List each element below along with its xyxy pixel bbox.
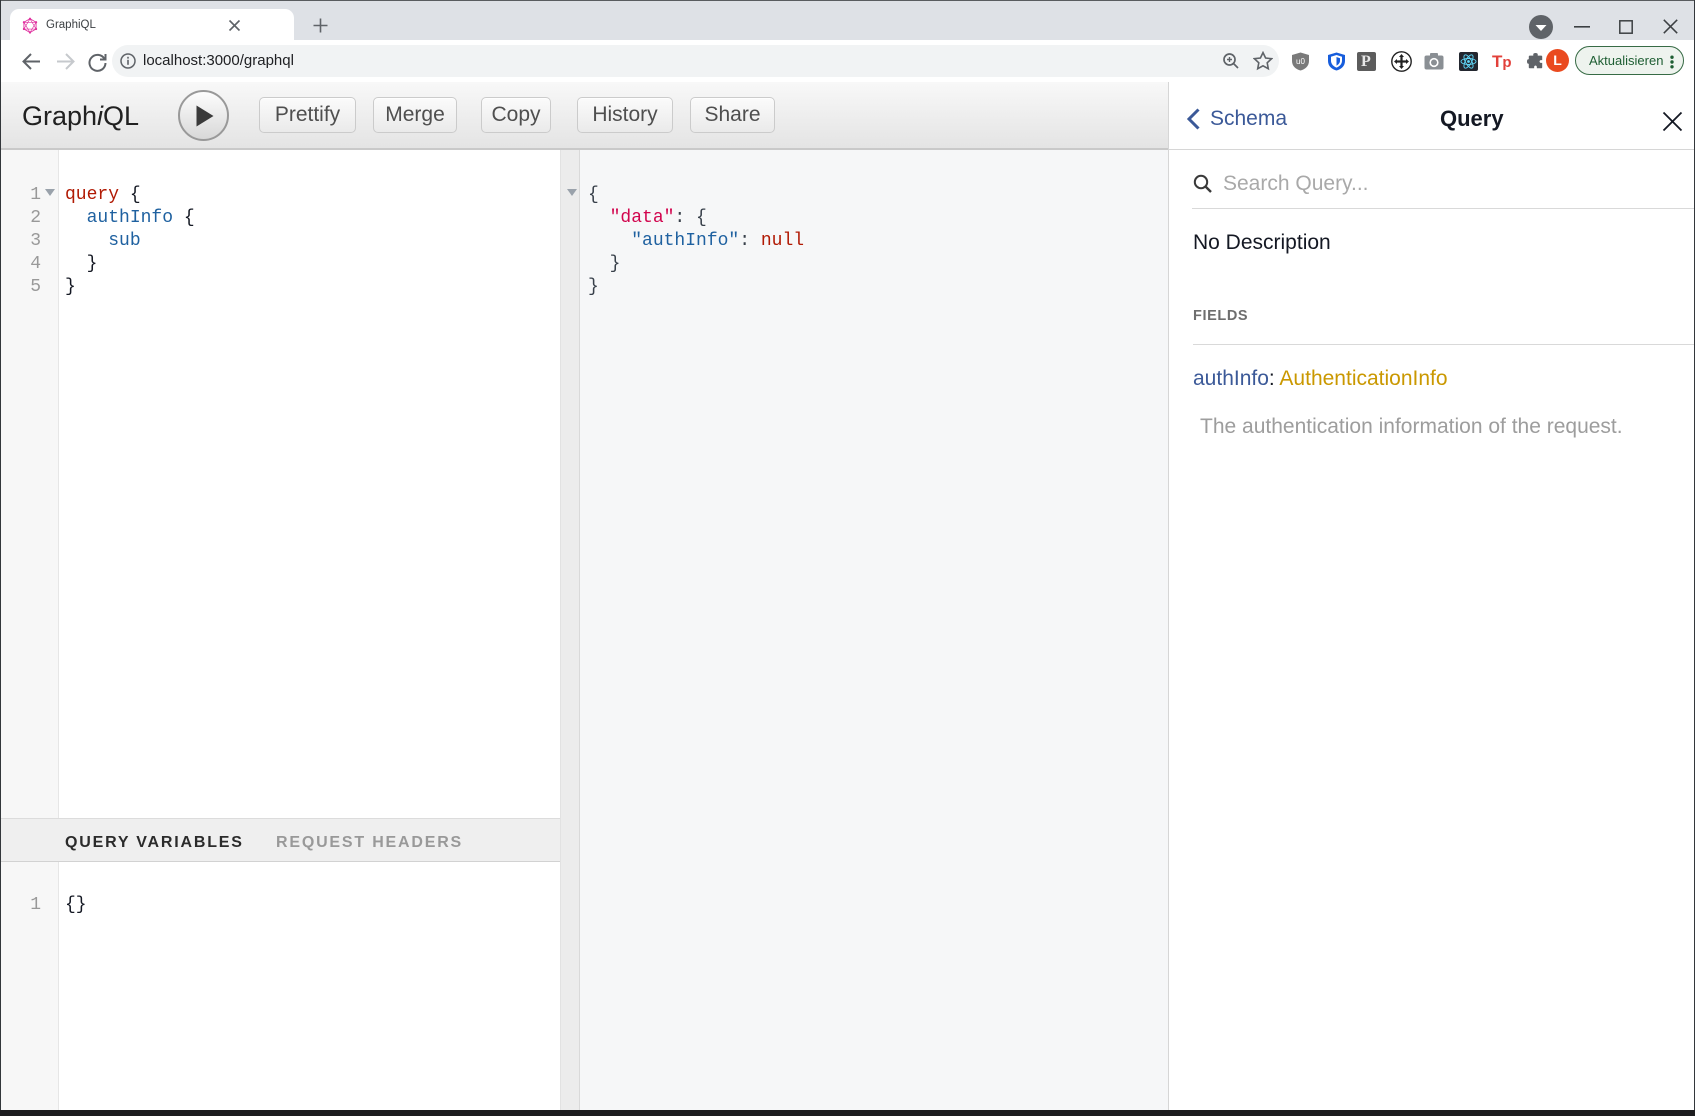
svg-text:u0: u0 <box>1296 57 1305 66</box>
